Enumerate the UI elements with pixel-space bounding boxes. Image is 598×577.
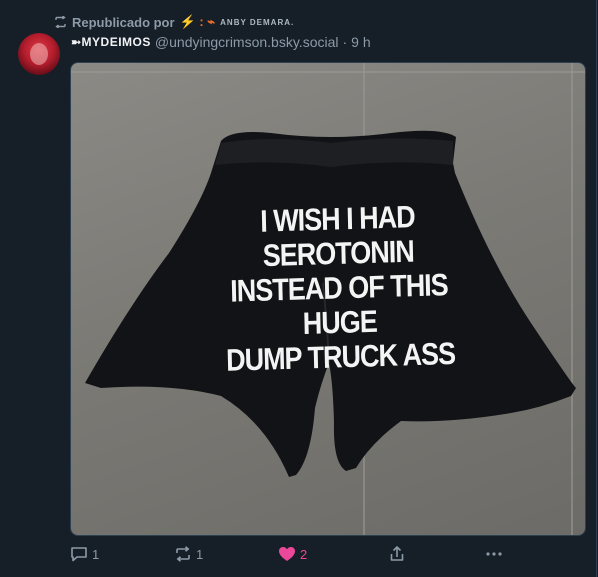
- separator-dot: ·: [342, 34, 348, 50]
- post-actions: 1 1 2: [70, 543, 584, 565]
- post-image[interactable]: I WISH I HAD SEROTONIN INSTEAD OF THIS H…: [70, 62, 586, 536]
- more-options-button[interactable]: [485, 543, 503, 565]
- like-count: 2: [300, 546, 308, 562]
- repost-name-prefix: ⚡ : ⌁: [179, 14, 216, 29]
- post-header: ➼MYDEIMOS @undyingcrimson.bsky.social · …: [71, 33, 371, 51]
- shorts-text-line: I WISH I HAD SEROTONIN: [259, 199, 416, 274]
- share-icon: [389, 546, 405, 562]
- repost-icon: [54, 16, 67, 28]
- author-handle[interactable]: @undyingcrimson.bsky.social: [155, 34, 339, 50]
- share-button[interactable]: [389, 543, 405, 565]
- reply-icon: [70, 546, 88, 562]
- shorts-print-text: I WISH I HAD SEROTONIN INSTEAD OF THIS H…: [197, 198, 481, 379]
- post-card[interactable]: Republicado por ⚡ : ⌁ ANBY DEMARA. ➼MYDE…: [0, 0, 597, 577]
- repost-indicator[interactable]: Republicado por ⚡ : ⌁ ANBY DEMARA.: [54, 14, 294, 30]
- reply-button[interactable]: 1: [70, 543, 99, 565]
- shorts-text-line: INSTEAD OF THIS HUGE: [229, 267, 449, 341]
- repost-button[interactable]: 1: [174, 543, 203, 565]
- reply-count: 1: [92, 546, 100, 562]
- repost-count: 1: [196, 546, 204, 562]
- repost-icon: [174, 546, 192, 562]
- repost-label: Republicado por: [72, 14, 175, 30]
- more-icon: [485, 546, 503, 562]
- avatar[interactable]: [18, 33, 60, 75]
- like-icon: [278, 546, 296, 562]
- like-button[interactable]: 2: [278, 543, 307, 565]
- repost-name[interactable]: ANBY DEMARA.: [220, 18, 294, 27]
- author-display-name[interactable]: ➼MYDEIMOS: [71, 35, 151, 49]
- post-time[interactable]: 9 h: [351, 34, 370, 50]
